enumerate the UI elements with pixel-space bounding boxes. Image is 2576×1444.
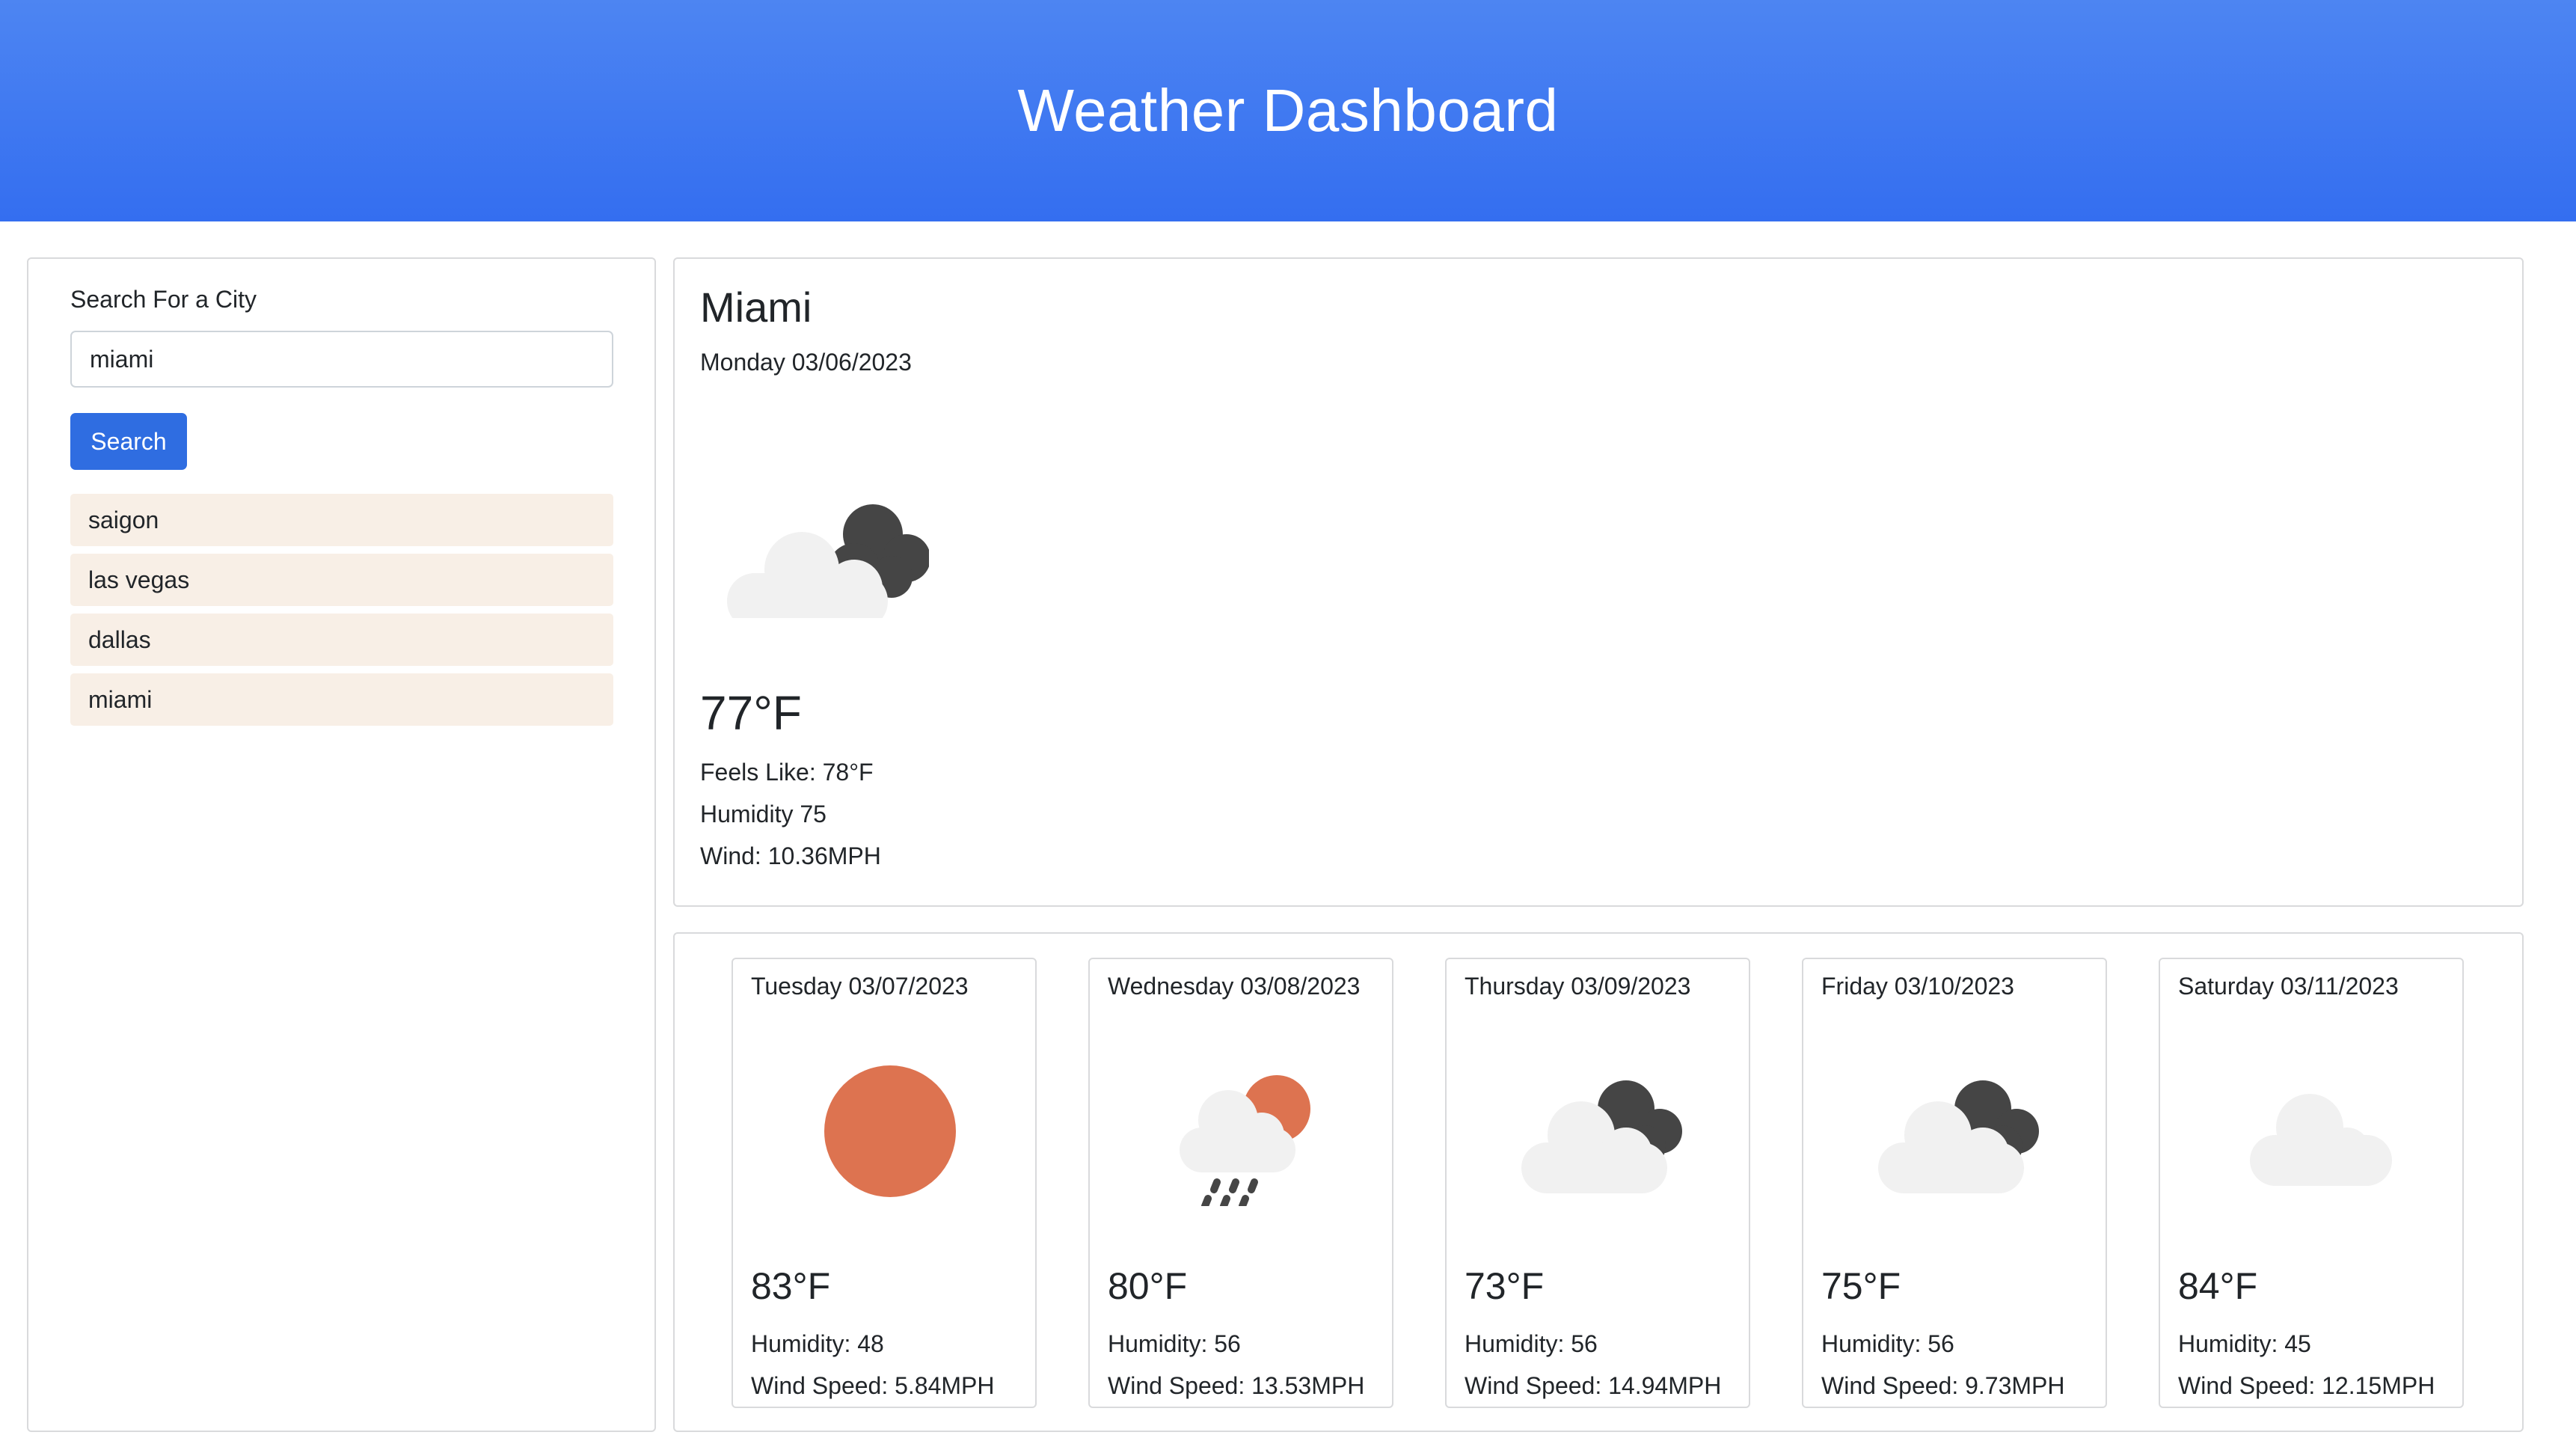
forecast-card: Thursday 03/09/2023 73°F Humidity: 56 Wi…	[1445, 958, 1750, 1408]
history-item-saigon[interactable]: saigon	[70, 494, 613, 546]
forecast-wind: Wind Speed: 9.73MPH	[1821, 1372, 2065, 1399]
current-wind: Wind: 10.36MPH	[700, 842, 881, 869]
forecast-temperature: 75°F	[1821, 1265, 1901, 1307]
forecast-date: Wednesday 03/08/2023	[1108, 973, 1361, 1000]
forecast-temperature: 83°F	[751, 1265, 831, 1307]
forecast-date: Friday 03/10/2023	[1821, 973, 2014, 1000]
forecast-humidity: Humidity: 56	[1108, 1330, 1241, 1357]
forecast-card: Friday 03/10/2023 75°F Humidity: 56 Wind…	[1802, 958, 2107, 1408]
forecast-wind: Wind Speed: 13.53MPH	[1108, 1372, 1365, 1399]
history-item-las-vegas[interactable]: las vegas	[70, 554, 613, 606]
search-history-list: saigon las vegas dallas miami	[70, 494, 613, 733]
current-date: Monday 03/06/2023	[700, 349, 912, 376]
search-label: Search For a City	[70, 286, 257, 313]
forecast-card: Wednesday 03/08/2023 80°F Humidity: 56 W…	[1088, 958, 1393, 1408]
forecast-temperature: 73°F	[1465, 1265, 1545, 1307]
cloud-icon	[2250, 1094, 2392, 1186]
forecast-humidity: Humidity: 45	[2178, 1330, 2311, 1357]
page-title: Weather Dashboard	[1017, 77, 1559, 144]
forecast-card: Tuesday 03/07/2023 83°F Humidity: 48 Win…	[732, 958, 1037, 1408]
forecast-humidity: Humidity: 48	[751, 1330, 884, 1357]
rain-sun-icon	[1180, 1075, 1310, 1206]
forecast-panel: Tuesday 03/07/2023 83°F Humidity: 48 Win…	[673, 932, 2524, 1432]
forecast-humidity: Humidity: 56	[1821, 1330, 1954, 1357]
feels-like: Feels Like: 78°F	[700, 759, 874, 786]
forecast-wind: Wind Speed: 5.84MPH	[751, 1372, 995, 1399]
forecast-temperature: 80°F	[1108, 1265, 1188, 1307]
forecast-date: Thursday 03/09/2023	[1465, 973, 1691, 1000]
partly-cloudy-dark-cloud-icon	[727, 504, 929, 618]
current-humidity: Humidity 75	[700, 801, 827, 827]
forecast-date: Tuesday 03/07/2023	[751, 973, 969, 1000]
forecast-humidity: Humidity: 56	[1465, 1330, 1598, 1357]
forecast-temperature: 84°F	[2178, 1265, 2258, 1307]
sun-icon	[824, 1065, 956, 1197]
forecast-wind: Wind Speed: 14.94MPH	[1465, 1372, 1722, 1399]
history-item-dallas[interactable]: dallas	[70, 614, 613, 666]
current-temperature: 77°F	[700, 686, 802, 740]
page-header: Weather Dashboard	[0, 0, 2576, 221]
broken-clouds-icon	[1878, 1080, 2039, 1193]
forecast-wind: Wind Speed: 12.15MPH	[2178, 1372, 2435, 1399]
search-panel: Search For a City Search saigon las vega…	[27, 257, 656, 1432]
city-name: Miami	[700, 284, 812, 331]
forecast-card: Saturday 03/11/2023 84°F Humidity: 45 Wi…	[2159, 958, 2464, 1408]
current-weather-panel: Miami Monday 03/06/2023 77°F Feels Like:…	[673, 257, 2524, 907]
search-button[interactable]: Search	[70, 413, 187, 470]
search-input[interactable]	[70, 331, 613, 388]
history-item-miami[interactable]: miami	[70, 673, 613, 726]
forecast-date: Saturday 03/11/2023	[2178, 973, 2399, 1000]
broken-clouds-icon	[1521, 1080, 1682, 1193]
